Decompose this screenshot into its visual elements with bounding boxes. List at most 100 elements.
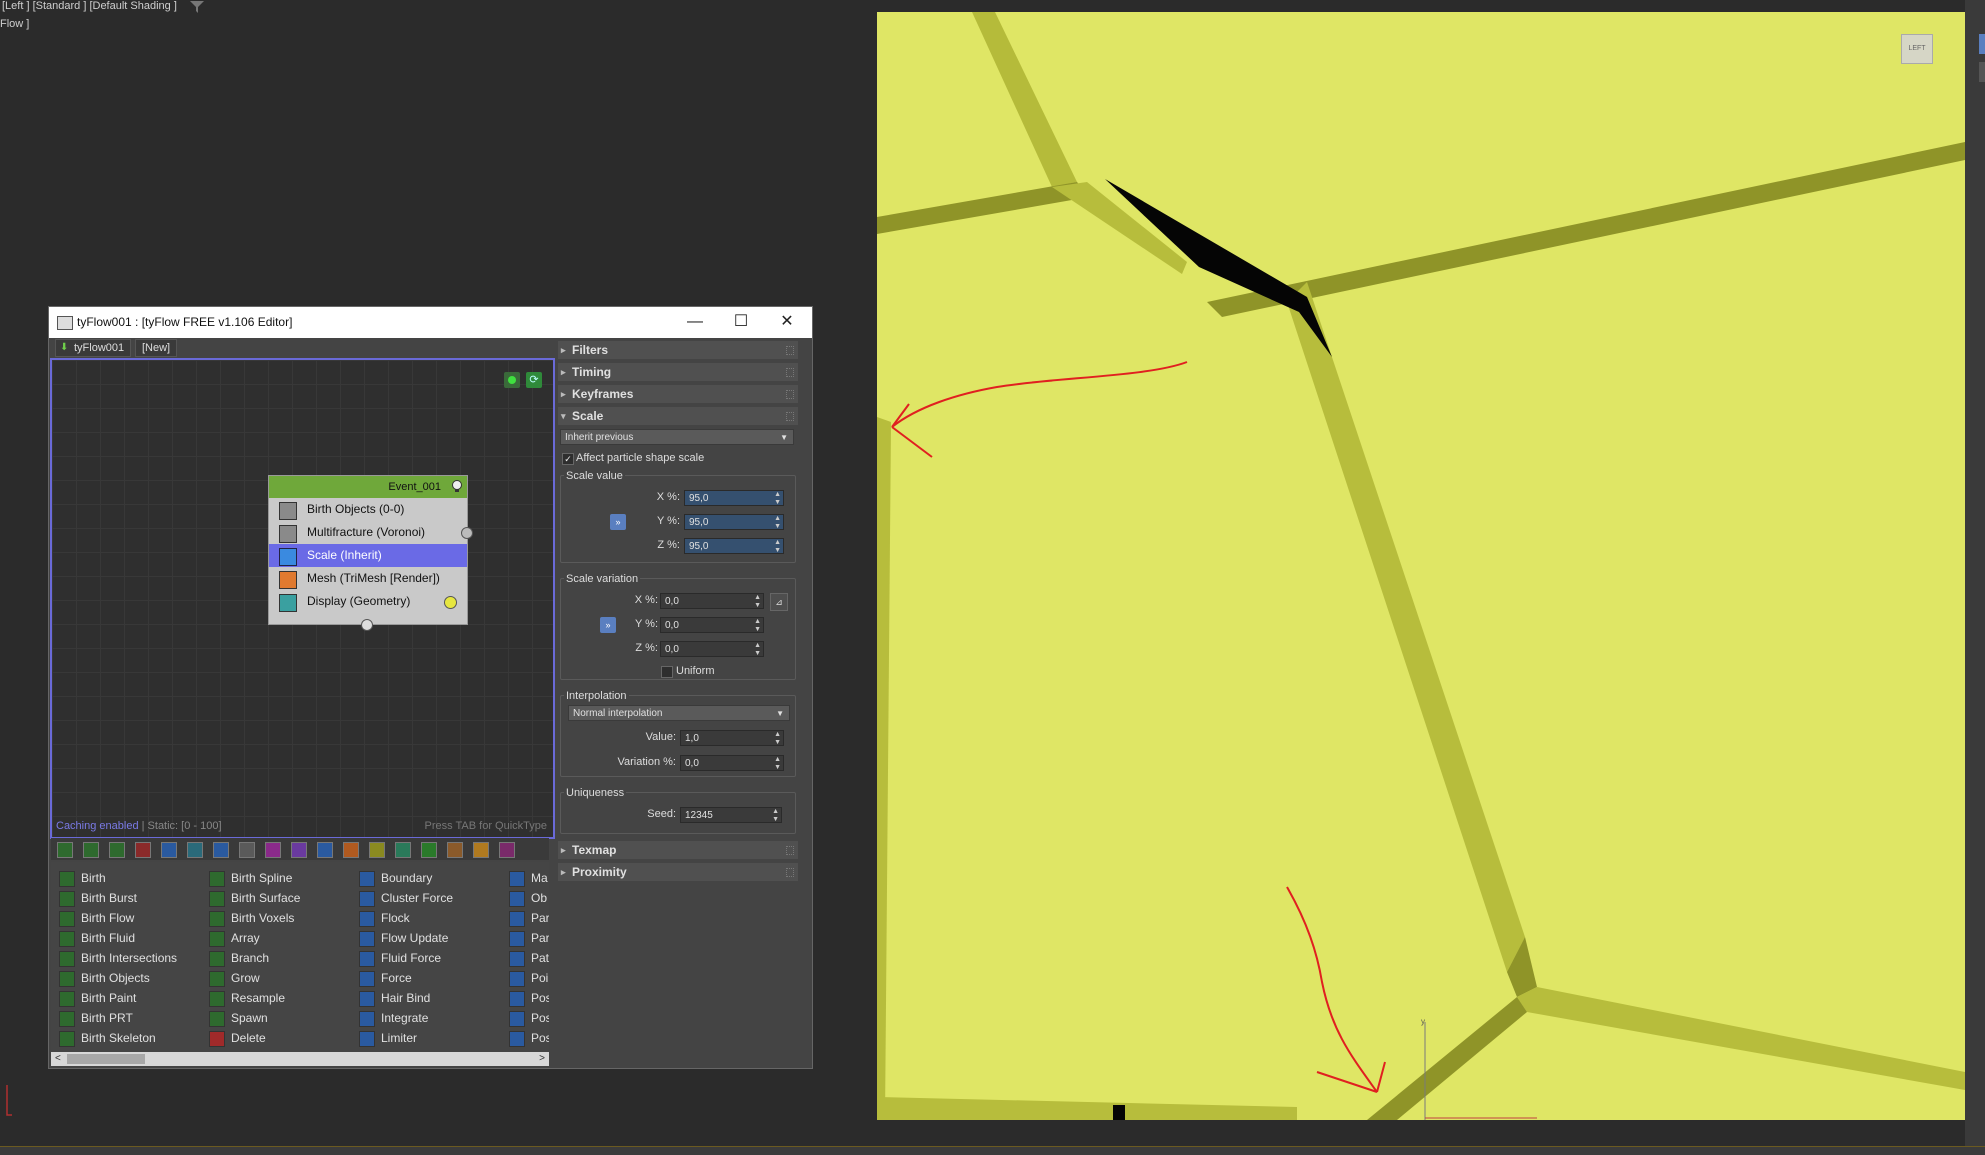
scale-mode-dropdown[interactable]: Inherit previous ▼ (560, 429, 794, 445)
close-button[interactable]: ✕ (767, 311, 807, 333)
spinner-arrows-icon[interactable]: ▲ ▼ (774, 539, 781, 555)
spinner-arrows-icon[interactable]: ▲ ▼ (774, 491, 781, 507)
affect-shape-checkbox[interactable]: ✓ (562, 453, 574, 465)
list-item[interactable]: Flock (353, 908, 453, 928)
list-item[interactable]: Birth Spline (203, 868, 300, 888)
viewport-label[interactable]: [Left ] [Standard ] [Default Shading ] (2, 0, 177, 12)
rollout-timing[interactable]: Timing (558, 363, 798, 381)
category-misc-icon[interactable] (499, 842, 515, 858)
editor-titlebar[interactable]: tyFlow001 : [tyFlow FREE v1.106 Editor] … (49, 307, 812, 338)
list-item[interactable]: Ob (503, 888, 549, 908)
list-item[interactable]: Birth Surface (203, 888, 300, 908)
category-delete-icon[interactable] (135, 842, 151, 858)
category-speed-icon[interactable] (317, 842, 333, 858)
list-item[interactable]: Fluid Force (353, 948, 453, 968)
rollout-proximity[interactable]: Proximity (558, 863, 798, 881)
category-send-icon[interactable] (421, 842, 437, 858)
list-item[interactable]: Flow Update (353, 928, 453, 948)
list-item[interactable]: Grow (203, 968, 300, 988)
scale-y-spinner[interactable]: 95,0 ▲ ▼ (684, 514, 784, 530)
category-display-icon[interactable] (395, 842, 411, 858)
list-item[interactable]: Hair Bind (353, 988, 453, 1008)
category-cache-icon[interactable] (291, 842, 307, 858)
category-export-icon[interactable] (369, 842, 385, 858)
list-item[interactable]: Birth (53, 868, 177, 888)
variation-x-spinner[interactable]: 0,0 ▲ ▼ (660, 593, 764, 609)
uniform-checkbox[interactable] (661, 666, 673, 678)
list-item[interactable]: Poi (503, 968, 549, 988)
list-item[interactable]: Force (353, 968, 453, 988)
category-material-icon[interactable] (265, 842, 281, 858)
enable-toggle-icon[interactable] (504, 372, 520, 388)
operator-multifracture[interactable]: Multifracture (Voronoi) (269, 521, 473, 544)
list-item[interactable]: Ma (503, 868, 549, 888)
spinner-arrows-icon[interactable]: ▲ ▼ (774, 756, 781, 772)
list-item[interactable]: Cluster Force (353, 888, 453, 908)
category-position-icon[interactable] (213, 842, 229, 858)
display-color-dot[interactable] (444, 596, 457, 609)
event-node[interactable]: Event_001 Birth Objects (0-0) Multifract… (268, 475, 473, 631)
yellow-viewport[interactable]: y LEFT (877, 12, 1965, 1120)
interpolation-dropdown[interactable]: Normal interpolation ▼ (568, 705, 790, 721)
rollout-scale[interactable]: Scale (558, 407, 798, 425)
list-item[interactable]: Branch (203, 948, 300, 968)
interp-value-spinner[interactable]: 1,0 ▲ ▼ (680, 730, 784, 746)
list-item[interactable]: Integrate (353, 1008, 453, 1028)
operator-scale[interactable]: Scale (Inherit) (269, 544, 467, 567)
operator-display[interactable]: Display (Geometry) (269, 590, 467, 613)
list-item[interactable]: Pos (503, 988, 549, 1008)
lightbulb-icon[interactable] (451, 480, 463, 493)
category-flow-icon[interactable] (187, 842, 203, 858)
seed-spinner[interactable]: 12345 ▲ ▼ (680, 807, 782, 823)
side-tab[interactable] (1979, 62, 1985, 82)
variation-y-spinner[interactable]: 0,0 ▲ ▼ (660, 617, 764, 633)
list-item[interactable]: Birth Skeleton (53, 1028, 177, 1048)
rollout-filters[interactable]: Filters (558, 341, 798, 359)
link-variation-button[interactable]: » (600, 617, 616, 633)
refresh-icon[interactable]: ⟳ (526, 372, 542, 388)
list-item[interactable]: Birth Fluid (53, 928, 177, 948)
output-port[interactable] (461, 527, 473, 539)
caching-label[interactable]: Caching enabled (56, 820, 139, 832)
operator-birth-objects[interactable]: Birth Objects (0-0) (269, 498, 467, 521)
operator-list[interactable]: Birth Birth Burst Birth Flow Birth Fluid… (51, 862, 549, 1052)
list-item[interactable]: Par (503, 928, 549, 948)
scroll-right-arrow-icon[interactable]: > (539, 1052, 545, 1066)
minimize-button[interactable]: — (675, 311, 715, 333)
spinner-arrows-icon[interactable]: ▲ ▼ (754, 642, 761, 658)
scroll-left-arrow-icon[interactable]: < (55, 1052, 61, 1066)
list-item[interactable]: Par (503, 908, 549, 928)
spinner-arrows-icon[interactable]: ▲ ▼ (772, 808, 779, 824)
category-grow-icon[interactable] (109, 842, 125, 858)
list-item[interactable]: Limiter (353, 1028, 453, 1048)
list-item[interactable]: Birth Objects (53, 968, 177, 988)
tab-tyflow001[interactable]: ⬇ tyFlow001 (55, 339, 132, 357)
list-item[interactable]: Resample (203, 988, 300, 1008)
list-item[interactable]: Birth Burst (53, 888, 177, 908)
event-input-port[interactable] (361, 619, 373, 631)
list-item[interactable]: Array (203, 928, 300, 948)
spinner-arrows-icon[interactable]: ▲ ▼ (754, 618, 761, 634)
maximize-button[interactable]: ☐ (721, 311, 761, 333)
list-item[interactable]: Delete (203, 1028, 300, 1048)
list-item[interactable]: Pos (503, 1028, 549, 1048)
category-script-icon[interactable] (447, 842, 463, 858)
category-mesh-icon[interactable] (343, 842, 359, 858)
flow-graph-canvas[interactable]: ⟳ Event_001 Birth Objects (0-0) Multifra… (50, 358, 555, 839)
category-note-icon[interactable] (473, 842, 489, 858)
variation-z-spinner[interactable]: 0,0 ▲ ▼ (660, 641, 764, 657)
operator-list-scrollbar[interactable]: < > (51, 1052, 549, 1066)
scrollbar-thumb[interactable] (67, 1054, 145, 1064)
side-tab-active[interactable] (1979, 34, 1985, 54)
view-cube[interactable]: LEFT (1901, 34, 1933, 64)
list-item[interactable]: Birth Voxels (203, 908, 300, 928)
list-item[interactable]: Birth Flow (53, 908, 177, 928)
list-item[interactable]: Pos (503, 1008, 549, 1028)
list-item[interactable]: Birth Paint (53, 988, 177, 1008)
scale-z-spinner[interactable]: 95,0 ▲ ▼ (684, 538, 784, 554)
spinner-arrows-icon[interactable]: ▲ ▼ (774, 731, 781, 747)
category-birth-icon[interactable] (57, 842, 73, 858)
rollout-texmap[interactable]: Texmap (558, 841, 798, 859)
list-item[interactable]: Boundary (353, 868, 453, 888)
variation-curve-icon[interactable]: ⊿ (770, 593, 788, 611)
